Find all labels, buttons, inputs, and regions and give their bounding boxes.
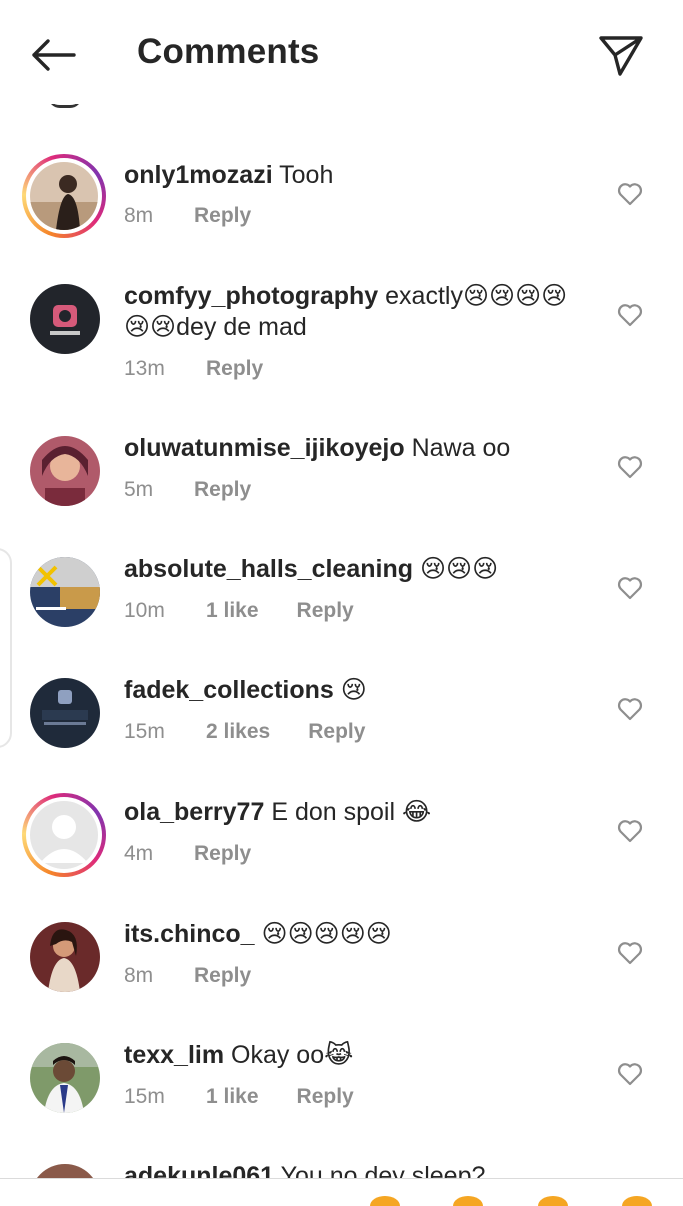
heart-outline-icon[interactable] <box>617 182 643 206</box>
heart-outline-icon[interactable] <box>617 941 643 965</box>
likes-count[interactable]: 1 like <box>206 599 259 623</box>
comment-time: 8m <box>124 204 154 227</box>
reply-button[interactable]: Reply <box>194 842 251 866</box>
comment-username[interactable]: fadek_collections <box>124 676 334 704</box>
comment-username[interactable]: texx_lim <box>124 1041 224 1069</box>
back-button[interactable] <box>28 34 78 76</box>
avatar[interactable] <box>30 557 100 627</box>
comment-text: 😢 <box>333 676 367 704</box>
avatar[interactable] <box>30 922 100 992</box>
arrow-left-icon <box>32 39 76 71</box>
heart-outline-icon[interactable] <box>617 1062 643 1086</box>
comments-screen: Comments only1mozazi Tooh 8m Reply comfy… <box>0 0 683 1206</box>
share-button[interactable] <box>594 30 648 80</box>
likes-count[interactable]: 1 like <box>206 1085 259 1109</box>
comment-time: 15m <box>124 720 165 743</box>
comment-text: 😢😢😢😢😢 <box>254 920 392 948</box>
comment-text: Nawa oo <box>404 434 511 462</box>
avatar[interactable] <box>30 284 100 354</box>
avatar[interactable] <box>22 154 106 238</box>
reply-button[interactable]: Reply <box>206 357 263 381</box>
heart-outline-icon[interactable] <box>617 455 643 479</box>
avatar[interactable] <box>30 678 100 748</box>
reply-button[interactable]: Reply <box>297 1085 354 1109</box>
likes-count[interactable]: 2 likes <box>206 720 270 744</box>
scroll-handle[interactable] <box>0 548 12 748</box>
comment-text: Tooh <box>272 161 334 189</box>
emoji-bar <box>0 1178 683 1206</box>
comment-time: 13m <box>124 357 165 380</box>
heart-outline-icon[interactable] <box>617 697 643 721</box>
reply-button[interactable]: Reply <box>194 204 251 228</box>
avatar[interactable] <box>30 1043 100 1113</box>
comment-time: 10m <box>124 599 165 622</box>
page-title: Comments <box>137 32 320 71</box>
top-bar: Comments <box>0 0 683 104</box>
heart-outline-icon[interactable] <box>617 303 643 327</box>
paper-plane-icon <box>599 36 643 76</box>
avatar[interactable] <box>22 793 106 877</box>
comment-text: Okay oo😹 <box>224 1041 354 1069</box>
comment-username[interactable]: oluwatunmise_ijikoyejo <box>124 434 405 462</box>
comment-username[interactable]: absolute_halls_cleaning <box>124 555 413 583</box>
comment-time: 4m <box>124 842 154 865</box>
comment-username[interactable]: only1mozazi <box>124 161 273 189</box>
heart-outline-icon[interactable] <box>617 819 643 843</box>
comment-time: 15m <box>124 1085 165 1108</box>
comment-time: 5m <box>124 478 154 501</box>
reply-button[interactable]: Reply <box>194 478 251 502</box>
comment-time: 8m <box>124 964 154 987</box>
comment-username[interactable]: ola_berry77 <box>124 798 264 826</box>
reply-button[interactable]: Reply <box>308 720 365 744</box>
comment-text: 😢😢😢 <box>413 555 499 583</box>
heart-outline-icon[interactable] <box>617 576 643 600</box>
avatar[interactable] <box>30 436 100 506</box>
comment-username[interactable]: its.chinco_ <box>124 920 255 948</box>
reply-button[interactable]: Reply <box>297 599 354 623</box>
comment-username[interactable]: comfyy_photography <box>124 282 378 310</box>
comment-text: E don spoil 😂 <box>264 798 432 826</box>
reply-button[interactable]: Reply <box>194 964 251 988</box>
